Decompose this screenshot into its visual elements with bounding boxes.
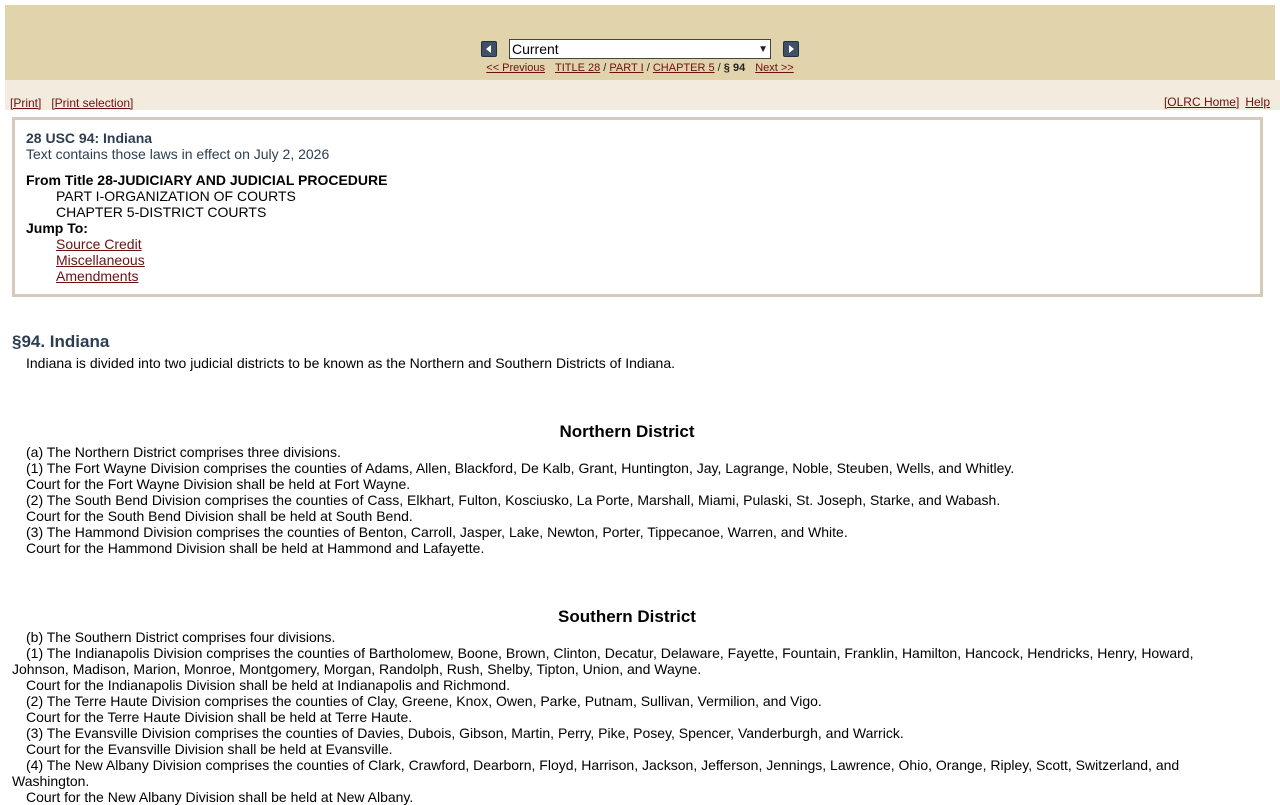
statute-line: (3) The Evansville Division comprises th… — [26, 725, 904, 741]
statute-line: (1) The Indianapolis Division comprises … — [12, 645, 1194, 677]
statute-line: Court for the Hammond Division shall be … — [26, 540, 485, 556]
print-link[interactable]: [Print] — [10, 96, 41, 110]
next-link[interactable]: Next >> — [755, 62, 794, 74]
statute-line: Court for the New Albany Division shall … — [26, 789, 414, 805]
help-link[interactable]: Help — [1245, 95, 1270, 109]
effective-date-note: Text contains those laws in effect on Ju… — [26, 146, 330, 162]
northern-district-heading: Northern District — [559, 422, 695, 441]
statute-line: Court for the South Bend Division shall … — [26, 508, 413, 524]
statute-line: (3) The Hammond Division comprises the c… — [26, 524, 848, 540]
edition-select-value: Current — [512, 41, 559, 57]
statute-line: (1) The Fort Wayne Division comprises th… — [26, 460, 1015, 476]
breadcrumb-separator: / — [717, 62, 721, 74]
document-id: 28 USC 94: Indiana — [26, 130, 153, 146]
chevron-down-icon: ▼ — [758, 43, 768, 55]
print-selection-link[interactable]: [Print selection] — [51, 96, 133, 110]
southern-district-heading: Southern District — [558, 607, 696, 626]
jump-link-miscellaneous[interactable]: Miscellaneous — [56, 252, 145, 268]
right-arrow-icon[interactable] — [783, 41, 799, 57]
jump-link-source-credit[interactable]: Source Credit — [56, 236, 142, 252]
statute-line: Court for the Terre Haute Division shall… — [26, 709, 413, 725]
breadcrumb: << Previous TITLE 28 / PART I / CHAPTER 5… — [5, 62, 1275, 74]
current-section-label: § 94 — [723, 62, 746, 74]
part-label: PART I-ORGANIZATION OF COURTS — [56, 188, 296, 204]
statute-line: (2) The Terre Haute Division comprises t… — [26, 693, 822, 709]
chapter-link[interactable]: CHAPTER 5 — [653, 62, 715, 74]
toolbar: [Print] [Print selection] [OLRC Home] Help — [5, 80, 1280, 110]
jump-link-amendments[interactable]: Amendments — [56, 268, 138, 284]
statute-line: Court for the Indianapolis Division shal… — [26, 677, 511, 693]
breadcrumb-separator: / — [646, 62, 650, 74]
statute-line: (4) The New Albany Division comprises th… — [12, 757, 1180, 789]
nav-controls: Current ▼ — [5, 38, 1275, 60]
statute-line: (2) The South Bend Division comprises th… — [26, 492, 1001, 508]
statute-line: Court for the Fort Wayne Division shall … — [26, 476, 411, 492]
title-link[interactable]: TITLE 28 — [555, 62, 600, 74]
section-intro: Indiana is divided into two judicial dis… — [26, 355, 676, 371]
statute-line: (a) The Northern District comprises thre… — [26, 444, 341, 460]
top-navigation-bar: Current ▼ << Previous TITLE 28 / PART I /… — [5, 5, 1275, 80]
olrc-home-link[interactable]: [OLRC Home] — [1164, 95, 1239, 109]
source-title: From Title 28-JUDICIARY AND JUDICIAL PRO… — [26, 172, 388, 188]
document-info-box: 28 USC 94: Indiana Text contains those l… — [12, 117, 1263, 297]
part-link[interactable]: PART I — [609, 62, 643, 74]
previous-link[interactable]: << Previous — [486, 62, 545, 74]
statute-line: Court for the Evansville Division shall … — [26, 741, 393, 757]
breadcrumb-separator: / — [603, 62, 607, 74]
section-body: Indiana is divided into two judicial dis… — [12, 355, 1242, 805]
section-heading: §94. Indiana — [12, 332, 110, 351]
chapter-label: CHAPTER 5-DISTRICT COURTS — [56, 204, 267, 220]
jump-to-label: Jump To: — [26, 220, 88, 236]
edition-select[interactable]: Current ▼ — [509, 39, 771, 59]
left-arrow-icon[interactable] — [481, 41, 497, 57]
statute-line: (b) The Southern District comprises four… — [26, 629, 336, 645]
